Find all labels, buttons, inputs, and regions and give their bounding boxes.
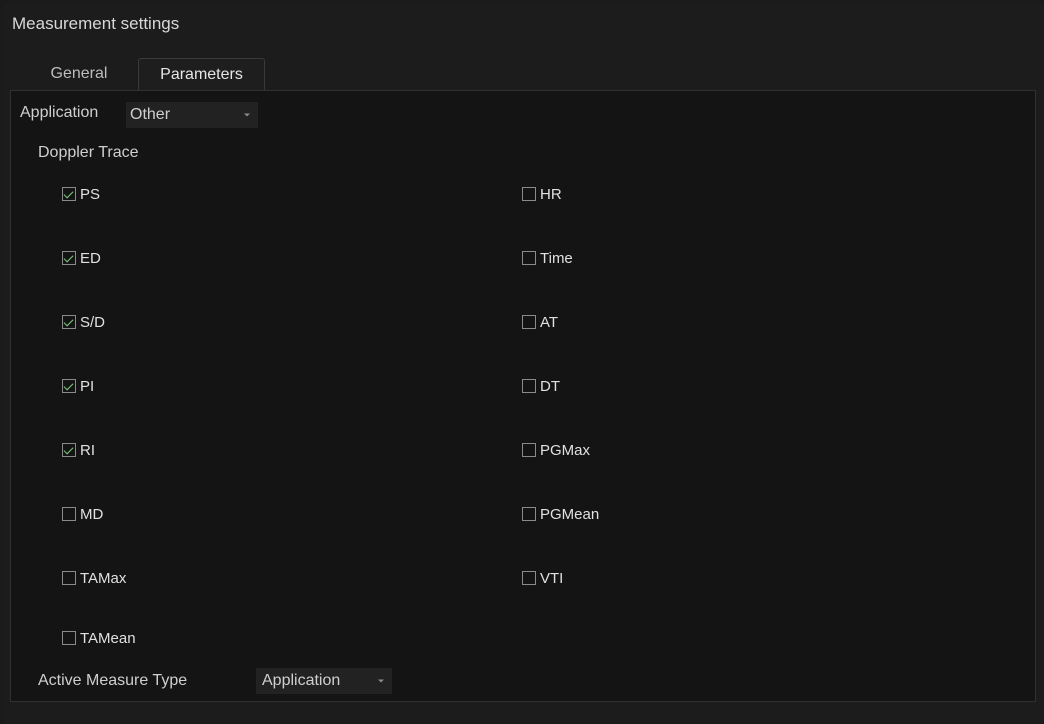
- checkbox-icon[interactable]: [522, 251, 536, 265]
- checkbox-at[interactable]: AT: [522, 312, 558, 332]
- measurement-settings-window: Measurement settings General Parameters …: [4, 4, 1044, 724]
- application-label: Application: [20, 104, 99, 121]
- checkbox-icon[interactable]: [522, 571, 536, 585]
- checkbox-label: S/D: [80, 313, 106, 331]
- checkbox-checked-icon[interactable]: [62, 315, 76, 329]
- checkbox-icon[interactable]: [522, 379, 536, 393]
- checkbox-icon[interactable]: [522, 187, 536, 201]
- checkbox-label: VTI: [540, 569, 564, 587]
- tab-parameters[interactable]: Parameters: [138, 58, 265, 92]
- checkbox-label: RI: [80, 441, 95, 459]
- checkbox-icon[interactable]: [522, 443, 536, 457]
- checkbox-label: MD: [80, 505, 104, 523]
- checkbox-icon[interactable]: [62, 507, 76, 521]
- checkbox-pgmean[interactable]: PGMean: [522, 504, 599, 524]
- checkbox-sd[interactable]: S/D: [62, 312, 105, 332]
- checkbox-checked-icon[interactable]: [62, 443, 76, 457]
- checkbox-vti[interactable]: VTI: [522, 568, 563, 588]
- checkbox-icon[interactable]: [522, 315, 536, 329]
- checkbox-pi[interactable]: PI: [62, 376, 94, 396]
- checkbox-checked-icon[interactable]: [62, 379, 76, 393]
- doppler-trace-heading: Doppler Trace: [38, 144, 139, 161]
- checkbox-ed[interactable]: ED: [62, 248, 101, 268]
- checkbox-label: PGMax: [540, 441, 591, 459]
- checkbox-tamean[interactable]: TAMean: [62, 628, 136, 648]
- active-measure-type-label: Active Measure Type: [38, 672, 188, 689]
- active-measure-type-dropdown[interactable]: Application: [256, 668, 392, 694]
- tab-general[interactable]: General: [24, 58, 134, 92]
- checkbox-md[interactable]: MD: [62, 504, 103, 524]
- parameters-panel: [10, 90, 1036, 702]
- checkbox-pgmax[interactable]: PGMax: [522, 440, 590, 460]
- checkbox-label: Time: [540, 249, 573, 267]
- checkbox-icon[interactable]: [522, 507, 536, 521]
- chevron-down-icon: [378, 679, 384, 683]
- checkbox-label: PGMean: [540, 505, 600, 523]
- checkbox-label: TAMean: [80, 629, 136, 647]
- checkbox-icon[interactable]: [62, 571, 76, 585]
- checkbox-label: AT: [540, 313, 559, 331]
- checkbox-ps[interactable]: PS: [62, 184, 100, 204]
- window-title: Measurement settings: [12, 14, 180, 33]
- chevron-down-icon: [244, 113, 250, 117]
- checkbox-label: PI: [80, 377, 95, 395]
- checkbox-label: PS: [80, 185, 101, 203]
- checkbox-hr[interactable]: HR: [522, 184, 562, 204]
- checkbox-checked-icon[interactable]: [62, 187, 76, 201]
- checkbox-label: DT: [540, 377, 560, 395]
- application-dropdown[interactable]: Other: [126, 102, 258, 128]
- checkbox-label: TAMax: [80, 569, 127, 587]
- active-measure-type-value: Application: [262, 672, 341, 689]
- checkbox-label: HR: [540, 185, 562, 203]
- checkbox-icon[interactable]: [62, 631, 76, 645]
- checkbox-time[interactable]: Time: [522, 248, 573, 268]
- application-dropdown-value: Other: [130, 106, 171, 123]
- checkbox-tamax[interactable]: TAMax: [62, 568, 126, 588]
- checkbox-ri[interactable]: RI: [62, 440, 95, 460]
- checkbox-label: ED: [80, 249, 101, 267]
- checkbox-dt[interactable]: DT: [522, 376, 560, 396]
- checkbox-checked-icon[interactable]: [62, 251, 76, 265]
